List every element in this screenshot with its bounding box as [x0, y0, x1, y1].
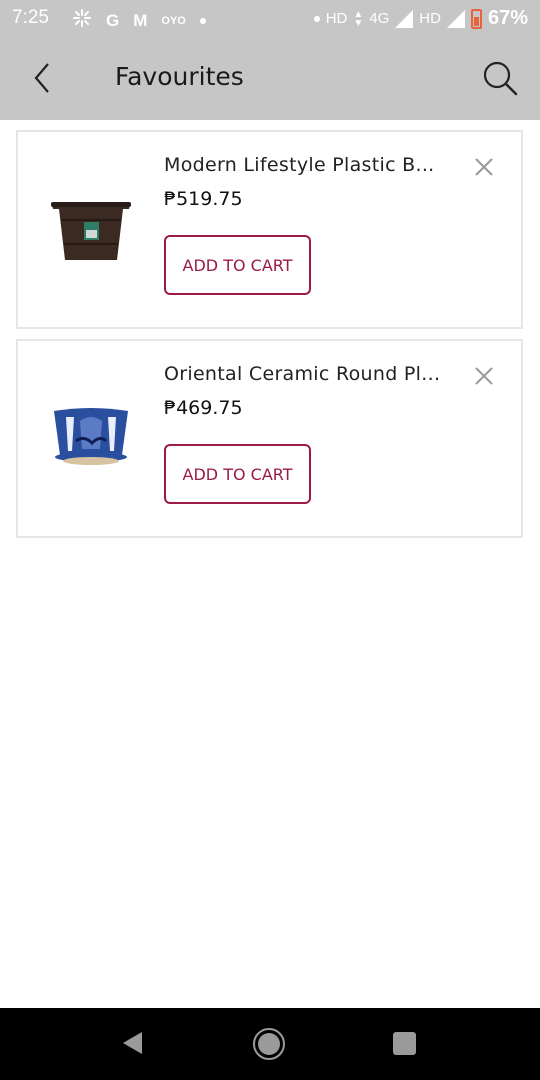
home-circle-icon	[253, 1028, 285, 1060]
product-name[interactable]: Modern Lifestyle Plastic B...	[164, 154, 464, 176]
nav-back-button[interactable]	[120, 1030, 146, 1056]
back-triangle-icon	[123, 1032, 142, 1054]
recents-square-icon[interactable]	[393, 1032, 416, 1055]
signal-icon	[395, 9, 414, 28]
g-icon: G	[106, 10, 120, 30]
battery-percent: 67%	[487, 7, 528, 29]
favourite-item[interactable]: Modern Lifestyle Plastic B... ₱519.75 AD…	[16, 130, 523, 329]
battery-icon	[470, 8, 482, 29]
chevron-left-icon	[34, 63, 49, 93]
product-name[interactable]: Oriental Ceramic Round Pl...	[164, 363, 464, 385]
remove-favourite-button[interactable]	[473, 156, 495, 178]
product-price: ₱469.75	[164, 397, 243, 419]
signal-icon-2	[446, 9, 465, 28]
close-icon	[475, 367, 493, 385]
network-label: 4G	[369, 10, 390, 27]
favourite-item[interactable]: Oriental Ceramic Round Pl... ₱469.75 ADD…	[16, 339, 523, 538]
page-title: Favourites	[115, 62, 244, 91]
product-image[interactable]	[46, 391, 136, 481]
add-to-cart-button[interactable]: ADD TO CART	[164, 444, 311, 504]
notification-icons: G M OYO	[72, 8, 206, 33]
product-price: ₱519.75	[164, 188, 243, 210]
search-button[interactable]	[478, 56, 522, 100]
status-time: 7:25	[12, 7, 49, 28]
add-to-cart-button[interactable]: ADD TO CART	[164, 235, 311, 295]
dot-icon	[313, 15, 320, 22]
pinwheel-icon	[72, 8, 92, 33]
data-arrows-icon: ▲ ▼	[353, 8, 364, 29]
system-nav-bar	[0, 1008, 540, 1080]
remove-favourite-button[interactable]	[473, 365, 495, 387]
search-icon	[483, 61, 518, 96]
oyo-icon: OYO	[161, 14, 186, 27]
back-button[interactable]	[24, 58, 64, 98]
app-bar: Favourites	[0, 38, 540, 120]
dot-icon	[199, 17, 206, 24]
close-icon	[475, 158, 493, 176]
hd-label: HD	[325, 10, 348, 27]
system-indicators: HD ▲ ▼ 4G HD 67%	[313, 7, 528, 30]
hd-label-2: HD	[419, 10, 441, 27]
m-icon: M	[133, 10, 148, 30]
nav-home-button[interactable]	[252, 1027, 286, 1061]
product-image[interactable]	[46, 182, 136, 272]
status-bar: 7:25 G M OYO HD ▲ ▼ 4G HD 67%	[0, 0, 540, 38]
